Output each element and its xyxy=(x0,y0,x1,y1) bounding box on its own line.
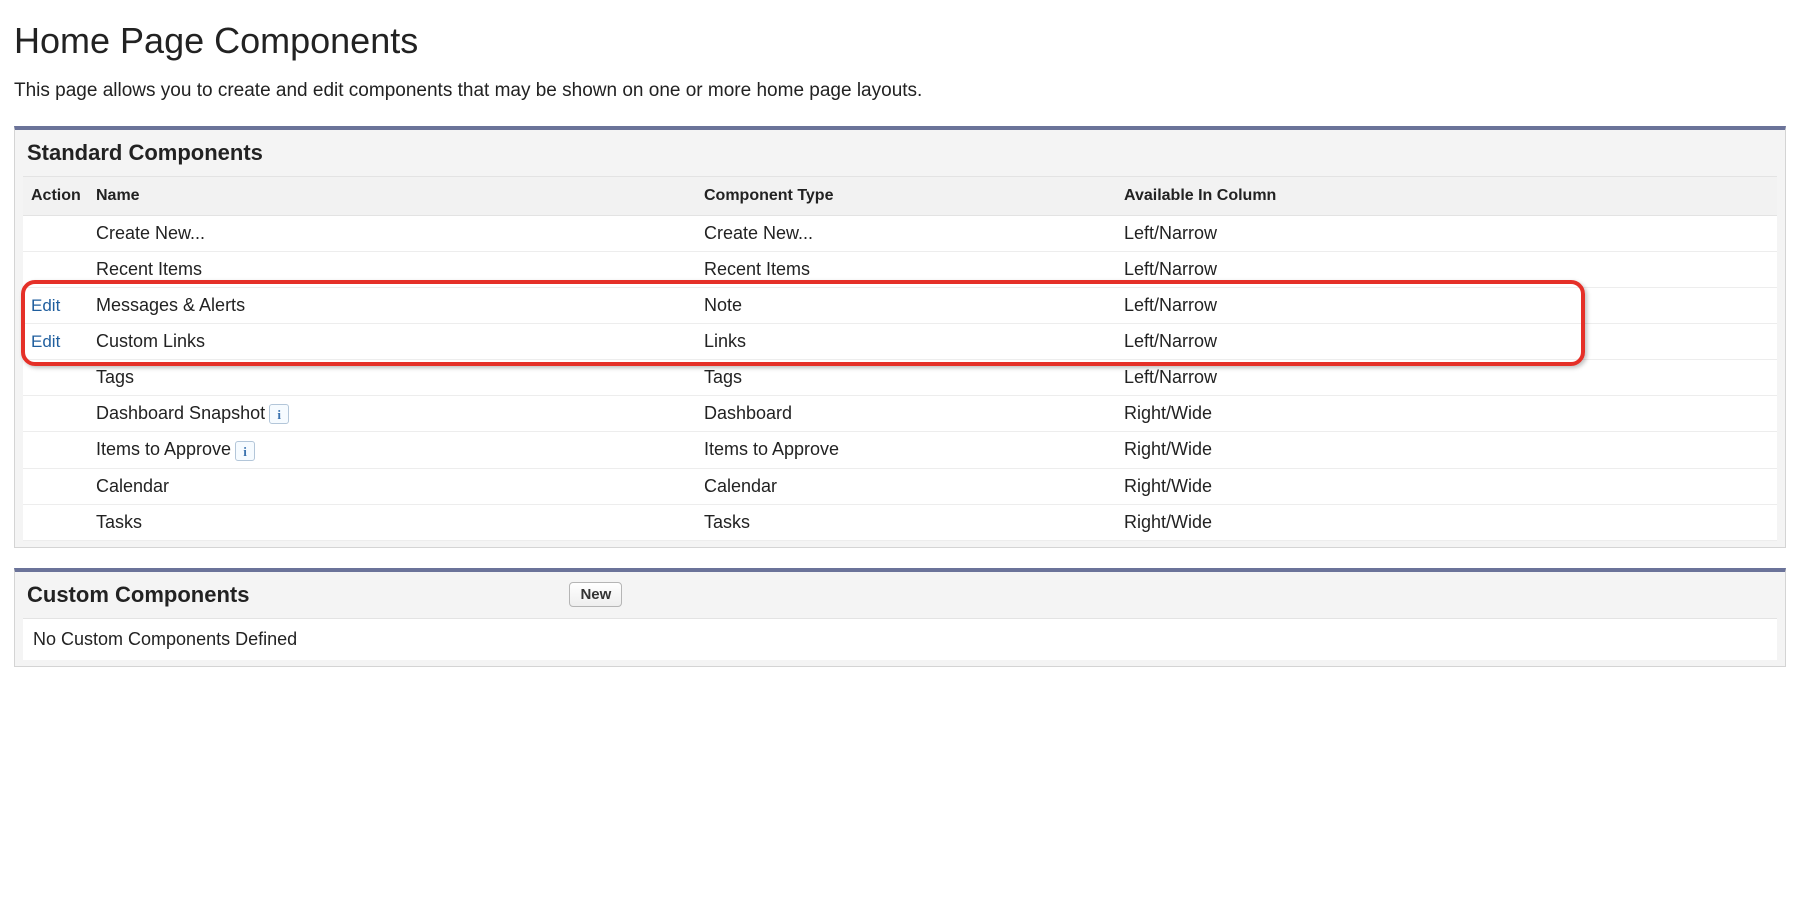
table-row: Edit Messages & Alerts NoteLeft/Narrow xyxy=(23,288,1777,324)
custom-components-empty: No Custom Components Defined xyxy=(23,618,1777,660)
component-available: Right/Wide xyxy=(1116,468,1777,504)
table-row: TagsTagsLeft/Narrow xyxy=(23,360,1777,396)
page-description: This page allows you to create and edit … xyxy=(14,80,1786,102)
new-button[interactable]: New xyxy=(569,582,622,607)
component-type: Recent Items xyxy=(696,252,1116,288)
table-row: CalendarCalendarRight/Wide xyxy=(23,468,1777,504)
component-type: Links xyxy=(696,324,1116,360)
col-action: Action xyxy=(23,177,88,216)
edit-link[interactable]: Edit xyxy=(31,296,60,315)
component-name: Tasks xyxy=(96,512,142,532)
table-row: Create New...Create New...Left/Narrow xyxy=(23,216,1777,252)
col-name: Name xyxy=(88,177,696,216)
component-name: Create New... xyxy=(96,223,205,243)
table-row: TasksTasksRight/Wide xyxy=(23,504,1777,540)
component-available: Right/Wide xyxy=(1116,396,1777,432)
component-type: Calendar xyxy=(696,468,1116,504)
info-icon[interactable]: i xyxy=(235,441,255,461)
component-type: Tasks xyxy=(696,504,1116,540)
component-name: Tags xyxy=(96,367,134,387)
component-type: Items to Approve xyxy=(696,432,1116,468)
table-row: Recent ItemsRecent ItemsLeft/Narrow xyxy=(23,252,1777,288)
component-available: Left/Narrow xyxy=(1116,216,1777,252)
component-available: Right/Wide xyxy=(1116,432,1777,468)
table-row: Edit Custom Links LinksLeft/Narrow xyxy=(23,324,1777,360)
component-available: Left/Narrow xyxy=(1116,252,1777,288)
component-type: Tags xyxy=(696,360,1116,396)
col-available: Available In Column xyxy=(1116,177,1777,216)
standard-components-table: Action Name Component Type Available In … xyxy=(23,176,1777,541)
table-row: Items to ApproveiItems to ApproveRight/W… xyxy=(23,432,1777,468)
table-header-row: Action Name Component Type Available In … xyxy=(23,177,1777,216)
page-title: Home Page Components xyxy=(14,20,1786,62)
table-row: Dashboard Snapshoti DashboardRight/Wide xyxy=(23,396,1777,432)
info-icon[interactable]: i xyxy=(269,404,289,424)
component-name: Dashboard Snapshot xyxy=(96,403,265,423)
standard-components-title: Standard Components xyxy=(27,140,263,166)
standard-components-section: Standard Components Action Name Componen… xyxy=(14,126,1786,548)
component-available: Left/Narrow xyxy=(1116,324,1777,360)
component-type: Create New... xyxy=(696,216,1116,252)
component-available: Left/Narrow xyxy=(1116,288,1777,324)
custom-components-section: Custom Components New No Custom Componen… xyxy=(14,568,1786,667)
component-type: Dashboard xyxy=(696,396,1116,432)
col-type: Component Type xyxy=(696,177,1116,216)
component-name: Recent Items xyxy=(96,259,202,279)
component-type: Note xyxy=(696,288,1116,324)
component-name: Custom Links xyxy=(96,331,205,351)
component-name: Items to Approve xyxy=(96,439,231,459)
custom-components-title: Custom Components xyxy=(27,582,249,608)
edit-link[interactable]: Edit xyxy=(31,332,60,351)
component-name: Calendar xyxy=(96,476,169,496)
component-available: Right/Wide xyxy=(1116,504,1777,540)
component-available: Left/Narrow xyxy=(1116,360,1777,396)
component-name: Messages & Alerts xyxy=(96,295,245,315)
